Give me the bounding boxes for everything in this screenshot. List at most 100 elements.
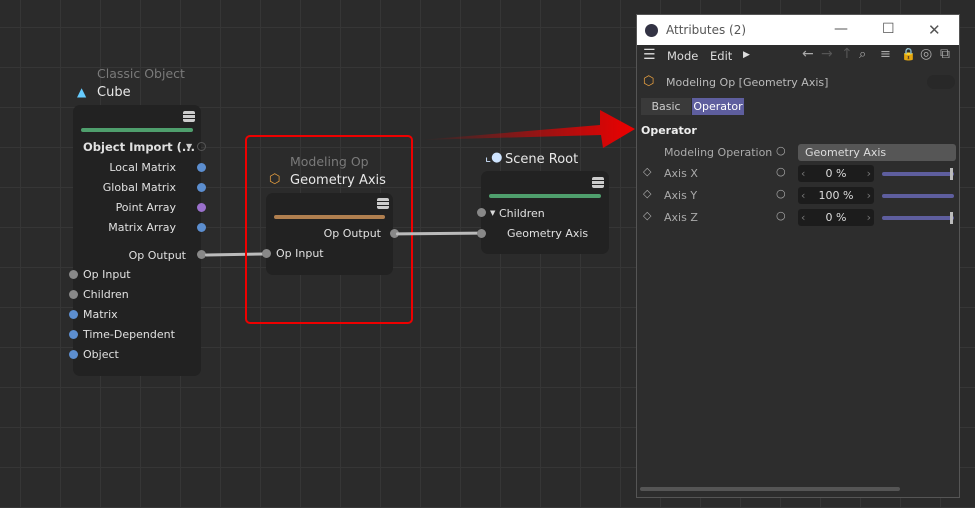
object-name: Modeling Op [Geometry Axis] xyxy=(666,76,829,89)
decrement-icon[interactable]: ‹ xyxy=(801,209,805,226)
port-op-output: Op Output xyxy=(128,249,186,262)
animate-diamond-icon[interactable]: ◇ xyxy=(643,165,651,178)
increment-icon[interactable]: › xyxy=(867,187,871,204)
param-row: ◇ Axis X ○ ‹ 0 % › xyxy=(637,165,957,183)
port-op-input: Op Input xyxy=(83,268,131,281)
annotation-arrow xyxy=(420,110,635,148)
up-icon[interactable]: ↑ xyxy=(841,46,853,62)
param-label: Axis X xyxy=(664,167,698,180)
port-point-array: Point Array xyxy=(115,201,176,214)
target-icon[interactable]: ◎ xyxy=(920,46,932,62)
slider-knob[interactable] xyxy=(950,168,953,180)
increment-icon[interactable]: › xyxy=(867,165,871,182)
menu-mode[interactable]: Mode xyxy=(667,49,698,63)
port[interactable] xyxy=(197,223,206,232)
port[interactable] xyxy=(197,203,206,212)
close-button[interactable]: ✕ xyxy=(928,21,941,39)
node-category: Classic Object xyxy=(97,66,185,81)
param-label: Modeling Operation xyxy=(664,146,773,159)
value-field[interactable]: ‹ 100 % › xyxy=(798,187,874,204)
more-arrow-icon[interactable]: ▶ xyxy=(743,50,750,60)
port-time-dependent: Time-Dependent xyxy=(83,328,175,341)
port[interactable] xyxy=(477,229,486,238)
attributes-window[interactable]: Attributes (2) — ☐ ✕ ☰ Mode Edit ▶ ← → ↑… xyxy=(636,14,960,498)
forward-icon[interactable]: → xyxy=(821,46,833,62)
modeling-node[interactable]: Op Output Op Input xyxy=(262,193,399,275)
scene-root-node[interactable]: ▼ Children Geometry Axis xyxy=(477,171,609,254)
animate-diamond-icon[interactable]: ◇ xyxy=(643,209,651,222)
keyframe-circle-icon[interactable]: ○ xyxy=(776,165,786,178)
port[interactable] xyxy=(69,270,78,279)
value-slider[interactable] xyxy=(882,194,954,198)
value-slider[interactable] xyxy=(882,212,954,224)
horizontal-scrollbar[interactable] xyxy=(640,487,900,491)
back-icon[interactable]: ← xyxy=(802,46,814,62)
param-label: Axis Z xyxy=(664,211,698,224)
port[interactable] xyxy=(69,350,78,359)
decrement-icon[interactable]: ‹ xyxy=(801,165,805,182)
node-menu-icon[interactable] xyxy=(377,198,389,209)
animate-diamond-icon[interactable]: ◇ xyxy=(643,187,651,200)
node-color-bar xyxy=(274,215,385,219)
hamburger-menu-icon[interactable]: ☰ xyxy=(643,47,656,63)
tab-basic[interactable]: Basic xyxy=(641,98,691,115)
port[interactable] xyxy=(69,330,78,339)
maximize-button[interactable]: ☐ xyxy=(882,21,895,37)
value-slider[interactable] xyxy=(882,168,954,180)
cube-node[interactable]: Object Import (... ▼ Local Matrix Global… xyxy=(69,105,206,376)
port-children: Children xyxy=(499,207,545,220)
keyframe-circle-icon[interactable]: ○ xyxy=(776,187,786,200)
param-row: ◇ Axis Z ○ ‹ 0 % › xyxy=(637,209,957,227)
port[interactable] xyxy=(477,208,486,217)
filter-icon[interactable]: ≡ xyxy=(880,47,891,62)
tab-operator[interactable]: Operator xyxy=(692,98,744,115)
value-field[interactable]: ‹ 0 % › xyxy=(798,165,874,182)
expand-icon[interactable]: ▼ xyxy=(490,209,495,217)
node-menu-icon[interactable] xyxy=(183,111,195,122)
minimize-button[interactable]: — xyxy=(834,21,848,37)
value-field[interactable]: ‹ 0 % › xyxy=(798,209,874,226)
port-geometry-axis: Geometry Axis xyxy=(507,227,589,240)
modeling-op-icon: ⬡ xyxy=(269,172,281,187)
node-menu-icon[interactable] xyxy=(592,177,604,188)
port[interactable] xyxy=(262,249,271,258)
connection-wire[interactable] xyxy=(395,231,483,236)
value-text: 0 % xyxy=(825,167,847,180)
port-children: Children xyxy=(83,288,129,301)
increment-icon[interactable]: › xyxy=(867,209,871,226)
port-object: Object xyxy=(83,348,119,361)
slider-knob[interactable] xyxy=(950,212,953,224)
node-title: Geometry Axis xyxy=(290,173,386,188)
toggle[interactable] xyxy=(927,75,955,89)
lock-icon[interactable]: 🔒 xyxy=(901,47,916,61)
search-icon[interactable]: ⌕ xyxy=(859,47,866,62)
port[interactable] xyxy=(197,183,206,192)
param-row: Modeling Operation ○ Geometry Axis xyxy=(637,144,957,162)
port[interactable] xyxy=(69,290,78,299)
port-op-output: Op Output xyxy=(323,227,381,240)
cube-icon: ▲ xyxy=(77,85,87,99)
modeling-operation-dropdown[interactable]: Geometry Axis xyxy=(798,144,956,161)
param-row: ◇ Axis Y ○ ‹ 100 % › xyxy=(637,187,957,205)
port-matrix-array: Matrix Array xyxy=(108,221,176,234)
window-title: Attributes (2) xyxy=(666,23,747,37)
decrement-icon[interactable]: ‹ xyxy=(801,187,805,204)
node-title: Cube xyxy=(97,85,131,100)
port-op-input: Op Input xyxy=(276,247,324,260)
keyframe-circle-icon[interactable]: ○ xyxy=(776,209,786,222)
port-matrix: Matrix xyxy=(83,308,118,321)
object-import-header[interactable]: Object Import (... xyxy=(83,140,195,154)
app-icon xyxy=(645,23,658,37)
node-color-bar xyxy=(489,194,601,198)
port[interactable] xyxy=(69,310,78,319)
title-bar[interactable]: Attributes (2) — ☐ ✕ xyxy=(637,15,959,45)
keyframe-circle-icon[interactable]: ○ xyxy=(776,144,786,157)
port[interactable] xyxy=(197,142,206,151)
section-heading: Operator xyxy=(641,124,697,137)
value-text: 0 % xyxy=(825,211,847,224)
port[interactable] xyxy=(197,163,206,172)
menu-edit[interactable]: Edit xyxy=(710,49,732,63)
new-window-icon[interactable]: ⧉ xyxy=(940,46,950,62)
port-local-matrix: Local Matrix xyxy=(109,161,176,174)
expand-icon[interactable]: ▼ xyxy=(186,142,192,151)
